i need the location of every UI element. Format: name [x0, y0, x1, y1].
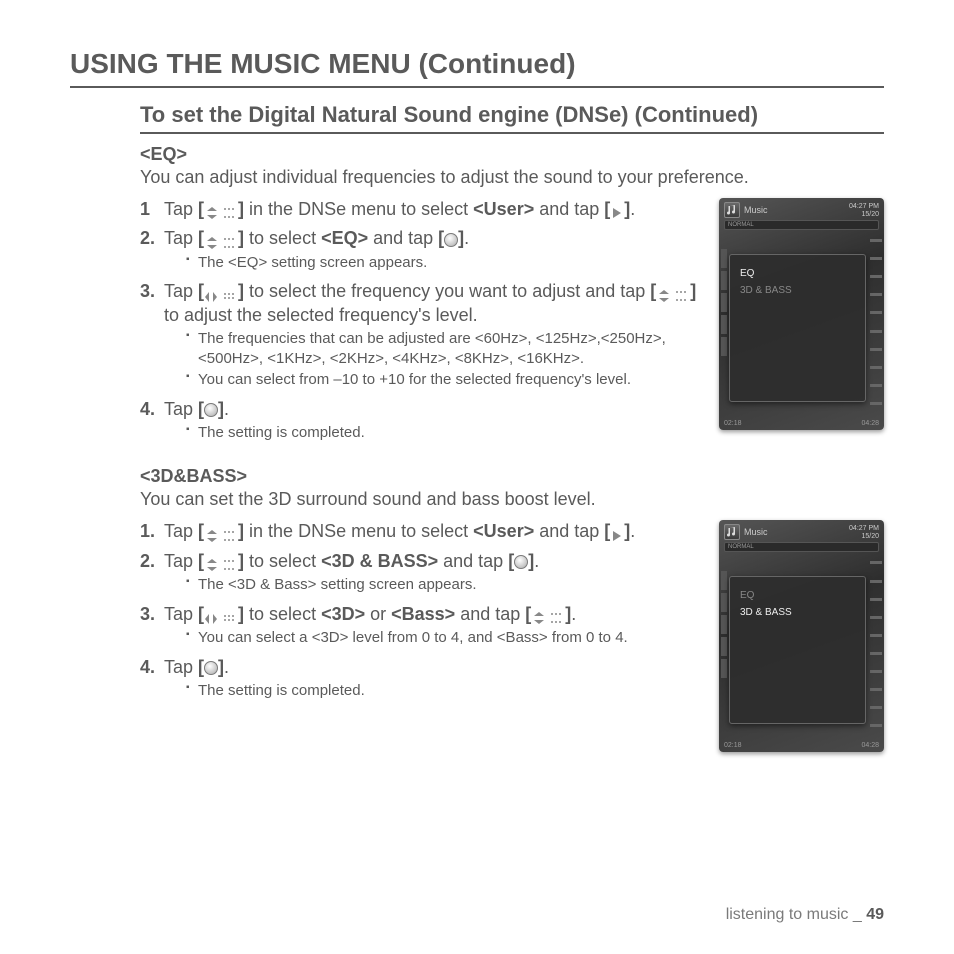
select-button-icon: [444, 233, 458, 247]
device-screenshot-eq: Music 04:27 PM 15/20 NORMAL EQ 3D & BASS…: [719, 198, 884, 430]
device-title: Music: [744, 527, 768, 537]
right-arrow-icon: [610, 203, 624, 217]
bass-step-3: 3. Tap [] to select <3D> or <Bass> and t…: [140, 603, 701, 650]
up-down-icon: [204, 526, 238, 540]
eq-intro: You can adjust individual frequencies to…: [140, 167, 884, 188]
up-down-icon: [204, 233, 238, 247]
bass-step-2-note: The <3D & Bass> setting screen appears.: [186, 575, 701, 595]
device-time-total: 04:28: [861, 742, 879, 749]
music-note-icon: [724, 202, 740, 218]
up-down-icon: [204, 555, 238, 569]
eq-step-4-note: The setting is completed.: [186, 423, 701, 443]
music-note-icon: [724, 524, 740, 540]
left-right-icon: [204, 608, 238, 622]
select-button-icon: [204, 661, 218, 675]
eq-step-1: 1 Tap [] in the DNSe menu to select <Use…: [140, 198, 701, 221]
eq-heading: <EQ>: [140, 144, 884, 165]
device-time-elapsed: 02:18: [724, 742, 742, 749]
eq-step-3: 3. Tap [] to select the frequency you wa…: [140, 280, 701, 391]
left-right-icon: [204, 286, 238, 300]
eq-step-3-note-2: You can select from –10 to +10 for the s…: [186, 370, 701, 390]
device-option-3dbass: 3D & BASS: [738, 282, 857, 299]
bass-intro: You can set the 3D surround sound and ba…: [140, 489, 884, 510]
device-time-elapsed: 02:18: [724, 420, 742, 427]
bass-step-2: 2. Tap [] to select <3D & BASS> and tap …: [140, 550, 701, 597]
device-mode-bar: NORMAL: [724, 542, 879, 552]
device-menu-dialog: EQ 3D & BASS: [729, 254, 866, 402]
page-title: USING THE MUSIC MENU (Continued): [70, 48, 884, 88]
eq-step-2: 2. Tap [] to select <EQ> and tap []. The…: [140, 227, 701, 274]
device-track-count: 15/20: [861, 211, 879, 218]
up-down-icon: [204, 203, 238, 217]
bass-step-4-note: The setting is completed.: [186, 681, 701, 701]
device-track-count: 15/20: [861, 533, 879, 540]
device-menu-dialog: EQ 3D & BASS: [729, 576, 866, 724]
page-footer: listening to music _ 49: [726, 906, 884, 924]
device-option-eq: EQ: [738, 587, 857, 604]
device-time: 04:27 PM: [849, 525, 879, 532]
device-time-total: 04:28: [861, 420, 879, 427]
eq-step-3-note-1: The frequencies that can be adjusted are…: [186, 329, 701, 368]
up-down-icon: [656, 286, 690, 300]
eq-step-2-note: The <EQ> setting screen appears.: [186, 253, 701, 273]
bass-step-4: 4. Tap []. The setting is completed.: [140, 656, 701, 703]
bass-step-1: 1. Tap [] in the DNSe menu to select <Us…: [140, 520, 701, 543]
device-option-3dbass: 3D & BASS: [738, 604, 857, 621]
device-screenshot-bass: Music 04:27 PM 15/20 NORMAL EQ 3D & BASS…: [719, 520, 884, 752]
device-title: Music: [744, 205, 768, 215]
device-mode-bar: NORMAL: [724, 220, 879, 230]
right-arrow-icon: [610, 526, 624, 540]
up-down-icon: [531, 608, 565, 622]
eq-step-4: 4. Tap []. The setting is completed.: [140, 398, 701, 445]
device-time: 04:27 PM: [849, 203, 879, 210]
select-button-icon: [514, 555, 528, 569]
device-option-eq: EQ: [738, 265, 857, 282]
page-subtitle: To set the Digital Natural Sound engine …: [140, 102, 884, 134]
bass-step-3-note: You can select a <3D> level from 0 to 4,…: [186, 628, 701, 648]
select-button-icon: [204, 403, 218, 417]
bass-heading: <3D&BASS>: [140, 466, 884, 487]
